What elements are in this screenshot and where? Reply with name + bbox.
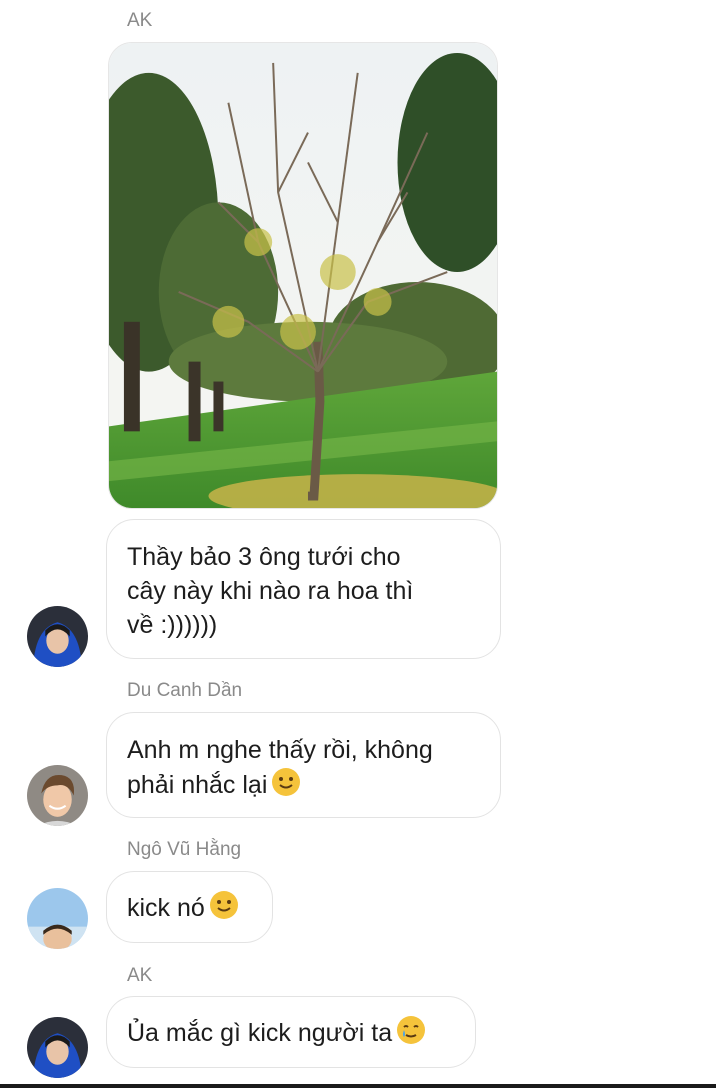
smiling-face-with-tear-icon: [396, 1015, 426, 1045]
bottom-divider: [0, 1084, 716, 1088]
message-bubble[interactable]: Anh m nghe thấy rồi, không phải nhắc lại: [106, 712, 501, 818]
avatar[interactable]: [27, 765, 88, 826]
message-text: Thầy bảo 3 ông tưới cho cây này khi nào …: [127, 543, 414, 639]
avatar[interactable]: [27, 1017, 88, 1078]
sender-name: AK: [127, 10, 153, 31]
sender-name: Du Canh Dần: [127, 680, 243, 701]
message-bubble[interactable]: Thầy bảo 3 ông tưới cho cây này khi nào …: [106, 519, 501, 659]
sender-name: AK: [127, 965, 153, 986]
shared-photo[interactable]: [108, 42, 498, 509]
message-text: kick nó: [127, 894, 205, 922]
blue-hoodie-avatar: [27, 606, 88, 667]
slightly-smiling-face-icon: [209, 890, 239, 920]
message-bubble[interactable]: kick nó: [106, 871, 273, 943]
slightly-smiling-face-icon: [271, 767, 301, 797]
sender-name: Ngô Vũ Hằng: [127, 839, 242, 860]
message-text: Ủa mắc gì kick người ta: [127, 1019, 393, 1047]
blue-hoodie-avatar: [27, 1017, 88, 1078]
message-bubble[interactable]: Ủa mắc gì kick người ta: [106, 996, 476, 1068]
sky-portrait-avatar: [27, 888, 88, 949]
avatar[interactable]: [27, 888, 88, 949]
avatar[interactable]: [27, 606, 88, 667]
smiling-man-avatar: [27, 765, 88, 826]
tree-in-park-image: [109, 43, 497, 508]
